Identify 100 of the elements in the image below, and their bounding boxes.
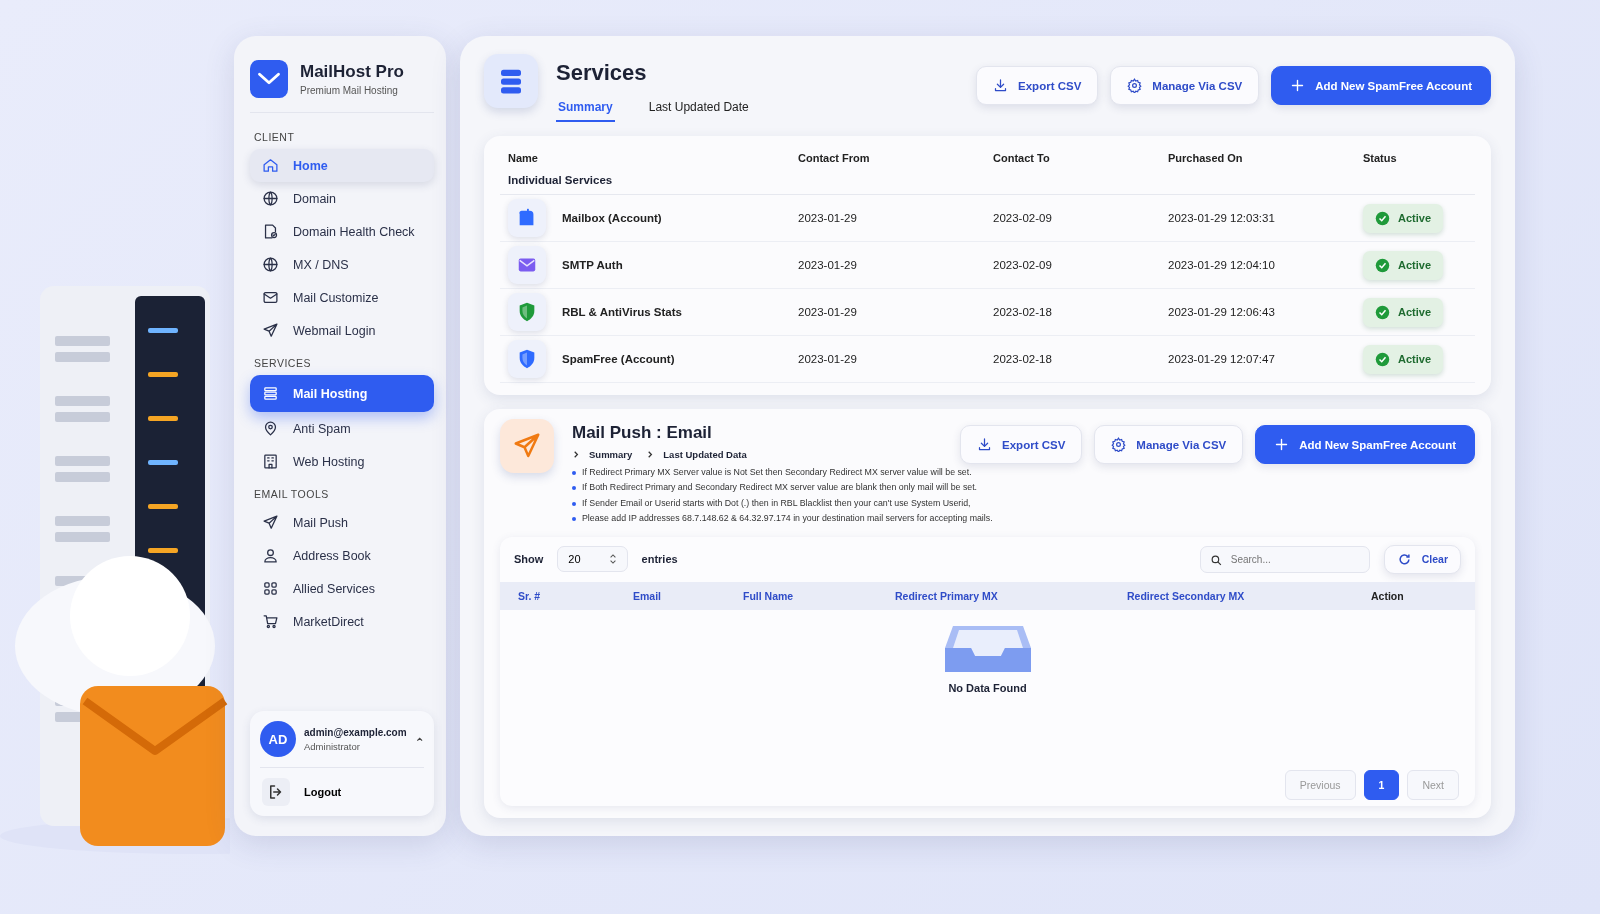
column-header: Redirect Primary MX [895, 589, 999, 602]
tab[interactable]: Summary [556, 96, 615, 122]
column-header: Sr. # [518, 589, 542, 602]
entries-select[interactable]: 20 [557, 546, 628, 573]
table-cell: SMTP Auth [562, 259, 623, 271]
nav-item[interactable]: Mail Customize [250, 281, 434, 314]
manage-csv-button[interactable]: Manage Via CSV [1094, 425, 1244, 464]
column-header: Purchased On [1168, 152, 1244, 164]
nav-item[interactable]: Home [250, 149, 434, 182]
envelope-logo-icon [250, 60, 288, 98]
avatar: AD [260, 721, 296, 757]
table-cell: RBL & AntiVirus Stats [562, 306, 682, 318]
column-header: Email [633, 589, 662, 602]
nav-section-title: SERVICES [254, 357, 312, 369]
table-cell-text: 2023-02-18 [993, 306, 1053, 318]
home-icon [262, 157, 279, 174]
table-row[interactable]: RBL & AntiVirus Stats 2023-01-29 2023-02-18 2023-01-29 12:06:43 Active [500, 289, 1475, 336]
section-title: Mail Push : Email [572, 423, 713, 443]
nav-item[interactable]: Webmail Login [250, 314, 434, 347]
nav-item[interactable]: Domain Health Check [250, 215, 434, 248]
note-text: If Both Redirect Primary and Secondary Redirect MX server value are blank then only mail will be set. [582, 482, 978, 494]
nav-item[interactable]: Address Book [250, 539, 434, 572]
check-icon [1375, 304, 1390, 320]
table-row[interactable]: Mailbox (Account) 2023-01-29 2023-02-09 2023-01-29 12:03:31 Active [500, 195, 1475, 242]
table-cell-text: 2023-01-29 [798, 212, 858, 224]
nav-section-title: EMAIL TOOLS [254, 488, 330, 500]
column-header: Full Name [743, 589, 795, 602]
status-badge: Active [1363, 344, 1444, 374]
status-badge: Active [1363, 203, 1444, 233]
app-tagline: Premium Mail Hosting [300, 85, 399, 96]
envelope-icon [262, 289, 279, 306]
nav-section-title: CLIENT [254, 131, 296, 143]
nav-item[interactable]: Domain [250, 182, 434, 215]
logout-button[interactable]: Logout [260, 768, 344, 806]
refresh-icon [1396, 551, 1412, 567]
column-header: Status [1363, 152, 1398, 164]
table-cell-text: 2023-02-09 [993, 212, 1053, 224]
bullet-dot [572, 516, 576, 521]
nav-item[interactable]: Allied Services [250, 572, 434, 605]
table-cell-text: 2023-01-29 12:07:47 [1168, 353, 1276, 365]
tab[interactable]: Last Updated Date [646, 96, 751, 122]
export-csv-button[interactable]: Export CSV [960, 425, 1083, 464]
search-field[interactable]: Search... [1199, 545, 1370, 573]
breadcrumb[interactable]: Last Updated Data [663, 449, 747, 460]
bullet-dot [572, 486, 576, 491]
show-label: Show [514, 553, 544, 566]
check-icon [1375, 210, 1390, 226]
settings-icon [1127, 78, 1143, 93]
column-header: Contact From [798, 152, 871, 164]
nav-item[interactable]: MarketDirect [250, 605, 434, 638]
column-header: Redirect Secondary MX [1127, 589, 1246, 602]
bullet-dot [572, 470, 576, 475]
plus-icon [1290, 78, 1306, 93]
add-account-button[interactable]: Add New SpamFree Account [1255, 425, 1475, 464]
table-cell-text: 2023-01-29 [798, 353, 858, 365]
server-icon [262, 385, 279, 402]
grid-icon [262, 580, 279, 597]
note-text: Please add IP addresses 68.7.148.62 & 64.32.97.174 in your destination mail servers for accepting mails. [582, 513, 993, 525]
updown-icon [608, 553, 617, 566]
logout-icon [262, 778, 290, 806]
nav-item[interactable]: Anti Spam [250, 412, 434, 445]
table-cell-text: 2023-01-29 12:03:31 [1168, 212, 1276, 224]
app-name: MailHost Pro [300, 62, 404, 82]
user-email: admin@example.com [304, 726, 407, 738]
paper-plane-icon [262, 514, 279, 531]
building-icon [262, 453, 279, 470]
page-title: Services [556, 60, 648, 86]
table-cell-text: 2023-02-18 [993, 353, 1053, 365]
person-icon [262, 547, 279, 564]
location-pin-icon [262, 420, 279, 437]
table-cell: Mailbox (Account) [562, 212, 662, 224]
column-header: Action [1371, 589, 1405, 602]
bullet-dot [572, 501, 576, 506]
column-header: Contact To [993, 152, 1051, 164]
nav-item[interactable]: MX / DNS [250, 248, 434, 281]
settings-icon [1111, 437, 1127, 452]
plus-icon [1274, 437, 1290, 452]
globe-icon [262, 190, 279, 207]
breadcrumb[interactable]: Summary [589, 449, 633, 460]
manage-csv-button[interactable]: Manage Via CSV [1110, 66, 1260, 105]
user-role: Administrator [304, 740, 361, 752]
export-csv-button[interactable]: Export CSV [976, 66, 1099, 105]
pagination-button[interactable]: 1 [1363, 770, 1400, 800]
table-cell-text: 2023-02-09 [993, 259, 1053, 271]
empty-message: No Data Found [948, 681, 1027, 694]
nav-item[interactable]: Mail Push [250, 506, 434, 539]
chevron-icon [572, 450, 581, 459]
table-row[interactable]: SpamFree (Account) 2023-01-29 2023-02-18 2023-01-29 12:07:47 Active [500, 336, 1475, 383]
table-cell-text: 2023-01-29 [798, 259, 858, 271]
nav-item[interactable]: Mail Hosting [250, 375, 434, 412]
nav-item[interactable]: Web Hosting [250, 445, 434, 478]
table-cell-text: 2023-01-29 12:04:10 [1168, 259, 1276, 271]
table-cell: SpamFree (Account) [562, 353, 675, 365]
globe-icon [262, 256, 279, 273]
status-badge: Active [1363, 297, 1444, 327]
table-row[interactable]: SMTP Auth 2023-01-29 2023-02-09 2023-01-29 12:04:10 Active [500, 242, 1475, 289]
group-label: Individual Services [500, 170, 1475, 195]
clear-button[interactable]: Clear [1383, 544, 1461, 574]
paper-plane-icon [262, 322, 279, 339]
add-account-button[interactable]: Add New SpamFree Account [1271, 66, 1491, 105]
